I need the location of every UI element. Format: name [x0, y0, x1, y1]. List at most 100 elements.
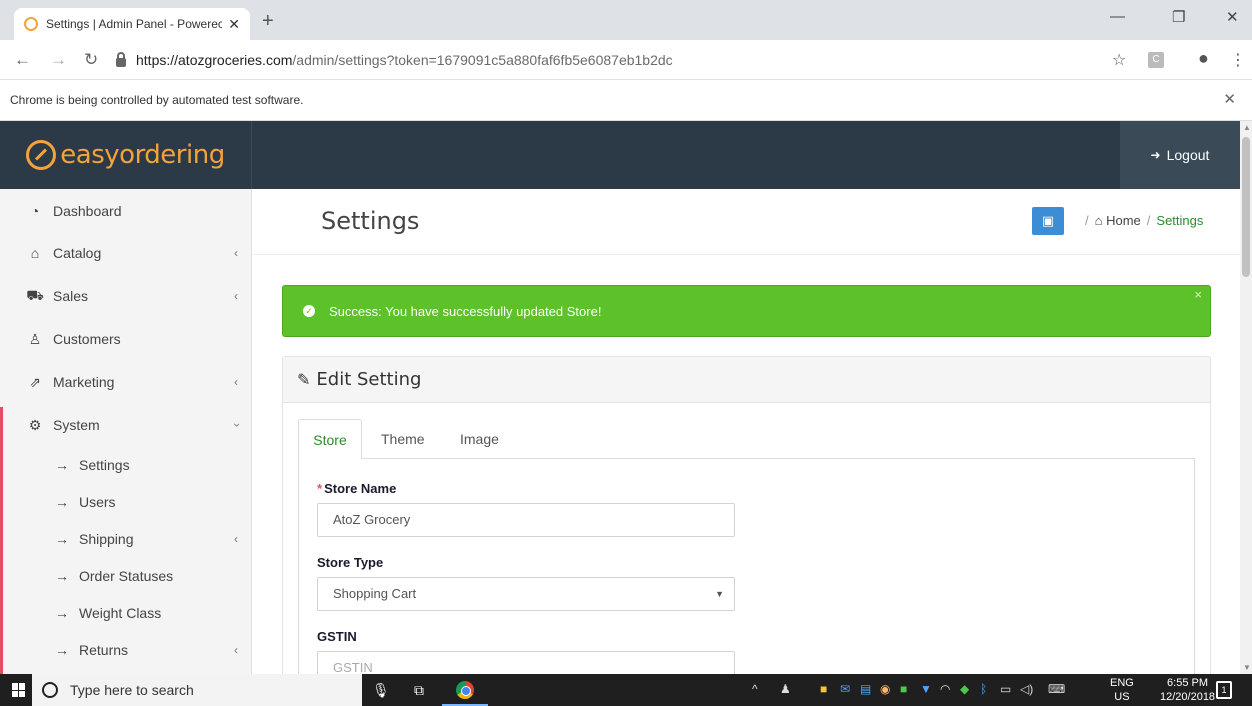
automation-infobar: Chrome is being controlled by automated … — [0, 80, 1252, 121]
new-tab-icon[interactable]: + — [262, 10, 274, 33]
mail-tray-icon[interactable]: ✉ — [840, 682, 850, 696]
pencil-icon: ✎ — [297, 370, 311, 389]
windows-taskbar: Type here to search 🎙 ⧉ ^ ♟ ■ ✉ ▤ ◉ ■ ▼ … — [0, 674, 1252, 706]
chevron-left-icon: ‹ — [234, 289, 238, 303]
forward-icon[interactable]: → — [50, 50, 67, 70]
caret-down-icon: ▼ — [715, 589, 724, 599]
infobar-message: Chrome is being controlled by automated … — [10, 93, 304, 107]
taskbar-clock[interactable]: 6:55 PM 12/20/2018 — [1160, 676, 1215, 704]
arrow-right-icon: → — [55, 642, 69, 658]
save-button[interactable]: ▣ — [1032, 207, 1064, 235]
scroll-down-icon[interactable]: ▼ — [1243, 663, 1251, 672]
store-name-label: * Store Name — [317, 481, 397, 496]
logout-icon: ➜ — [1150, 148, 1161, 162]
store-tab-body: * Store Name AtoZ Grocery Store Type Shop… — [298, 458, 1195, 674]
alert-close-icon[interactable]: × — [1194, 287, 1202, 302]
shield-tray-icon[interactable]: ◆ — [960, 682, 969, 696]
sidebar-item-system[interactable]: ⚙ System ‹ — [0, 407, 252, 443]
save-icon: ▣ — [1041, 213, 1055, 228]
panel-title: Edit Setting — [316, 369, 422, 390]
tray-app-icon[interactable]: ■ — [900, 682, 907, 696]
infobar-close-icon[interactable]: ✕ — [1223, 90, 1236, 108]
favicon-icon — [24, 17, 38, 31]
keyboard-icon[interactable]: ⌨ — [1048, 682, 1065, 696]
sidebar-item-catalog[interactable]: ⌂ Catalog ‹ — [0, 235, 252, 271]
language-indicator[interactable]: ENG US — [1110, 676, 1134, 704]
chevron-left-icon: ‹ — [234, 375, 238, 389]
chevron-left-icon: ‹ — [234, 532, 238, 546]
logout-label: Logout — [1166, 147, 1210, 163]
bookmark-star-icon[interactable]: ☆ — [1112, 50, 1126, 70]
scroll-up-icon[interactable]: ▲ — [1243, 123, 1251, 132]
dashboard-icon: ◔ — [30, 203, 40, 219]
sidebar-subitem-weight-class[interactable]: → Weight Class — [3, 595, 252, 631]
download-tray-icon[interactable]: ▤ — [860, 682, 871, 696]
wifi-icon[interactable]: ◠ — [940, 682, 950, 696]
chrome-taskbar-icon[interactable] — [456, 681, 474, 699]
sidebar-subitem-returns[interactable]: → Returns ‹ — [3, 632, 252, 668]
page-scrollbar[interactable]: ▲ ▼ — [1240, 121, 1252, 674]
scrollbar-thumb[interactable] — [1242, 137, 1250, 277]
tab-title: Settings | Admin Panel - Powerec — [46, 17, 223, 31]
chevron-left-icon: ‹ — [234, 246, 238, 260]
sidebar-subitem-order-statuses[interactable]: → Order Statuses — [3, 558, 252, 594]
sidebar-item-sales[interactable]: ⛟ Sales ‹ — [0, 278, 252, 314]
gstin-input[interactable]: GSTIN — [317, 651, 735, 674]
tab-store[interactable]: Store — [298, 419, 362, 459]
back-icon[interactable]: ← — [14, 50, 31, 70]
tray-app-icon[interactable]: ■ — [820, 682, 827, 696]
browser-tab[interactable]: Settings | Admin Panel - Powerec ✕ — [14, 8, 250, 40]
address-bar: ← → ↻ https://atozgroceries.com/admin/se… — [0, 40, 1252, 80]
sidebar-subitem-users[interactable]: → Users — [3, 484, 252, 520]
microphone-icon[interactable]: 🎙 — [372, 682, 390, 699]
maximize-icon[interactable]: ❐ — [1172, 8, 1185, 26]
chevron-down-icon: ‹ — [229, 423, 243, 427]
minimize-icon[interactable]: — — [1110, 8, 1125, 25]
tray-expand-icon[interactable]: ^ — [752, 682, 758, 696]
logo[interactable]: easyordering — [0, 121, 252, 189]
sidebar-item-dashboard[interactable]: ◔ Dashboard — [0, 193, 252, 229]
tab-image[interactable]: Image — [460, 419, 499, 459]
task-view-icon[interactable]: ⧉ — [414, 682, 424, 699]
extension-icon[interactable]: C — [1148, 52, 1164, 68]
battery-icon[interactable]: ▭ — [1000, 682, 1011, 696]
breadcrumb-current[interactable]: Settings — [1156, 213, 1203, 228]
logout-button[interactable]: ➜ Logout — [1120, 121, 1240, 189]
people-icon[interactable]: ♟ — [780, 682, 791, 696]
tray-app-icon[interactable]: ▼ — [920, 682, 932, 696]
bluetooth-icon[interactable]: ᛒ — [980, 682, 987, 696]
success-alert: ✓ Success: You have successfully updated… — [282, 285, 1211, 337]
main-content: Settings ▣ / ⌂ Home / Settings ✓ Success: Y… — [253, 189, 1240, 674]
windows-start-icon[interactable] — [12, 683, 26, 697]
arrow-right-icon: → — [55, 568, 69, 584]
tab-close-icon[interactable]: ✕ — [228, 16, 240, 33]
store-type-select[interactable]: Shopping Cart ▼ — [317, 577, 735, 611]
page-header: Settings ▣ / ⌂ Home / Settings — [253, 189, 1240, 255]
store-type-label: Store Type — [317, 555, 384, 570]
volume-icon[interactable]: ◁) — [1020, 682, 1033, 696]
tab-theme[interactable]: Theme — [381, 419, 425, 459]
sidebar-subitem-shipping[interactable]: → Shipping ‹ — [3, 521, 252, 557]
arrow-right-icon: → — [55, 457, 69, 473]
admin-app: easyordering ➜ Logout ◔ Dashboard ⌂ Cata… — [0, 121, 1240, 674]
url-field[interactable]: https://atozgroceries.com/admin/settings… — [116, 46, 1136, 74]
sidebar-item-marketing[interactable]: ⇗ Marketing ‹ — [0, 364, 252, 400]
tray-app-icon[interactable]: ◉ — [880, 682, 890, 696]
window-close-icon[interactable]: ✕ — [1226, 8, 1239, 26]
sidebar-item-customers[interactable]: ♙ Customers — [0, 321, 252, 357]
browser-tab-bar: Settings | Admin Panel - Powerec ✕ + — ❐… — [0, 0, 1252, 40]
profile-icon[interactable]: ● — [1198, 48, 1209, 69]
system-submenu: → Settings → Users → Shipping ‹ → Order … — [0, 443, 252, 674]
breadcrumb: / ⌂ Home / Settings — [1085, 213, 1204, 228]
sidebar-subitem-settings[interactable]: → Settings — [3, 447, 252, 483]
settings-tabs: Store Theme Image — [298, 419, 1195, 459]
arrow-right-icon: → — [55, 531, 69, 547]
store-name-input[interactable]: AtoZ Grocery — [317, 503, 735, 537]
logo-mark-icon — [26, 140, 57, 170]
notification-icon[interactable]: 1 — [1216, 681, 1232, 699]
reload-icon[interactable]: ↻ — [84, 50, 98, 70]
menu-dots-icon[interactable]: ⋮ — [1230, 50, 1246, 70]
page-title: Settings — [321, 207, 420, 235]
breadcrumb-home[interactable]: ⌂ Home — [1095, 213, 1141, 228]
taskbar-search[interactable]: Type here to search — [32, 674, 362, 706]
